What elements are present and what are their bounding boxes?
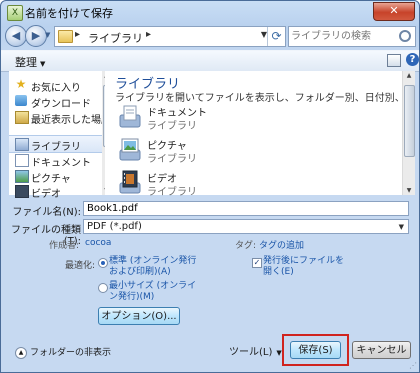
- save-form: ファイル名(N): ファイルの種類(T): PDF (*.pdf) ▼ 作成者:…: [1, 196, 419, 372]
- sidebar-item-favorites[interactable]: ★ お気に入り: [9, 77, 103, 94]
- content-scrollbar[interactable]: ▲ ▼: [402, 71, 415, 195]
- breadcrumb-separator-icon[interactable]: ▸: [146, 29, 151, 40]
- chevron-down-icon: ▼: [40, 60, 46, 68]
- tags-label: タグ:: [235, 241, 257, 251]
- filename-label: ファイル名(N):: [12, 207, 81, 218]
- option-text: 開く(E): [263, 267, 294, 277]
- file-list-pane: ライブラリ ライブラリを開いてファイルを表示し、フォルダー別、日付別、またはその…: [105, 71, 415, 198]
- documents-library-icon: [119, 105, 141, 128]
- optimize-label: 最適化:: [64, 261, 95, 271]
- sidebar-item-recent-places[interactable]: 最近表示した場所: [9, 109, 111, 126]
- tags-value[interactable]: タグの追加: [259, 238, 304, 251]
- scroll-down-icon[interactable]: ▼: [403, 187, 415, 194]
- sidebar-item-label: 最近表示した場所: [31, 115, 111, 126]
- sidebar-item-label: お気に入り: [31, 83, 81, 94]
- list-item-documents[interactable]: ドキュメント ライブラリ: [117, 103, 317, 133]
- navigation-pane: ★ お気に入り ダウンロード 最近表示した場所 ライブラリ ドキュメント ピクチ…: [9, 71, 112, 200]
- filename-field[interactable]: [83, 201, 409, 216]
- help-icon[interactable]: ?: [406, 53, 419, 66]
- tools-label: ツール(L): [229, 347, 273, 358]
- author-label: 作成者:: [48, 241, 79, 251]
- refresh-icon[interactable]: ⟳: [267, 27, 285, 46]
- library-icon: [15, 138, 29, 151]
- recent-places-icon: [15, 111, 29, 124]
- chevron-up-icon: ▲: [15, 346, 27, 359]
- search-icon[interactable]: [399, 30, 411, 42]
- library-folder-icon: [58, 30, 73, 43]
- option-text: ン発行)(M): [109, 292, 155, 302]
- recent-pages-dropdown-icon[interactable]: ▼: [45, 31, 50, 39]
- option-text: 最小サイズ (オンライ: [109, 281, 197, 291]
- chevron-down-icon: ▼: [276, 349, 282, 357]
- breadcrumb-separator-icon[interactable]: ▸: [75, 29, 80, 40]
- download-folder-icon: [15, 95, 27, 106]
- save-button[interactable]: 保存(S): [290, 341, 341, 359]
- organize-label: 整理: [15, 56, 37, 69]
- search-box[interactable]: [288, 26, 416, 47]
- option-text: 標準 (オンライン発行: [109, 256, 197, 266]
- author-value[interactable]: cocoa: [85, 238, 111, 248]
- address-bar[interactable]: ▸ ライブラリ ▸ ▼ ⟳: [54, 26, 286, 47]
- open-after-publish-checkbox[interactable]: ✓: [252, 258, 262, 268]
- list-item-type: ライブラリ: [147, 121, 197, 132]
- resize-grip-icon[interactable]: ⋰: [409, 361, 417, 370]
- forward-button[interactable]: ▶: [25, 25, 47, 47]
- navigation-bar: ◀ ▶ ▼ ▸ ライブラリ ▸ ▼ ⟳: [1, 23, 419, 49]
- filetype-select[interactable]: PDF (*.pdf) ▼: [83, 219, 409, 234]
- optimize-minimum-label[interactable]: 最小サイズ (オンライ ン発行)(M): [109, 281, 196, 303]
- command-toolbar: 整理 ▼ ?: [1, 50, 419, 72]
- sidebar-item-documents[interactable]: ドキュメント: [9, 152, 103, 169]
- videos-library-icon: [119, 170, 141, 194]
- sidebar-item-label: ドキュメント: [31, 158, 91, 169]
- list-item-videos[interactable]: ビデオ ライブラリ: [117, 169, 317, 199]
- breadcrumb-library[interactable]: ライブラリ: [88, 30, 143, 46]
- title-bar: X 名前を付けて保存 ✕: [1, 1, 419, 23]
- sidebar-item-label: ダウンロード: [31, 99, 91, 110]
- hide-folders-toggle[interactable]: ▲ フォルダーの非表示: [15, 345, 111, 359]
- scroll-up-icon[interactable]: ▲: [403, 72, 415, 79]
- list-item-pictures[interactable]: ピクチャ ライブラリ: [117, 136, 317, 166]
- sidebar-item-pictures[interactable]: ピクチャ: [9, 168, 103, 185]
- search-input[interactable]: [291, 29, 391, 43]
- close-button[interactable]: ✕: [373, 2, 415, 21]
- open-after-publish-label[interactable]: 発行後にファイルを 開く(E): [263, 256, 344, 278]
- hide-folders-label: フォルダーの非表示: [30, 348, 112, 358]
- pictures-library-icon: [119, 138, 141, 161]
- tools-menu[interactable]: ツール(L) ▼: [229, 343, 282, 358]
- optimize-standard-label[interactable]: 標準 (オンライン発行 および印刷)(A): [109, 256, 196, 278]
- sidebar-item-downloads[interactable]: ダウンロード: [9, 93, 103, 110]
- cancel-button[interactable]: キャンセル: [352, 341, 411, 359]
- list-item-type: ライブラリ: [147, 154, 197, 165]
- chevron-down-icon: ▼: [398, 223, 404, 231]
- window-title: 名前を付けて保存: [25, 7, 113, 20]
- option-text: および印刷)(A): [109, 267, 171, 277]
- save-as-dialog: X 名前を付けて保存 ✕ ◀ ▶ ▼ ▸ ライブラリ ▸ ▼ ⟳ 整理▼ ? ★…: [0, 0, 420, 373]
- filetype-value: PDF (*.pdf): [87, 221, 142, 232]
- options-button[interactable]: オプション(O)...: [98, 307, 180, 325]
- excel-app-icon: X: [7, 5, 23, 21]
- option-text: 発行後にファイルを: [263, 256, 345, 266]
- library-description: ライブラリを開いてファイルを表示し、フォルダー別、日付別、またはその他の基...: [115, 93, 405, 104]
- sidebar-item-label: ライブラリ: [31, 142, 81, 153]
- pictures-icon: [15, 170, 29, 183]
- back-button[interactable]: ◀: [5, 25, 27, 47]
- optimize-standard-radio[interactable]: [98, 258, 108, 268]
- optimize-minimum-radio[interactable]: [98, 283, 108, 293]
- view-options-icon[interactable]: [387, 54, 401, 67]
- star-icon: ★: [15, 77, 27, 91]
- organize-menu[interactable]: 整理 ▼: [15, 54, 45, 70]
- sidebar-item-libraries[interactable]: ライブラリ: [9, 135, 103, 153]
- documents-icon: [15, 154, 29, 167]
- scrollbar-thumb[interactable]: [404, 85, 415, 157]
